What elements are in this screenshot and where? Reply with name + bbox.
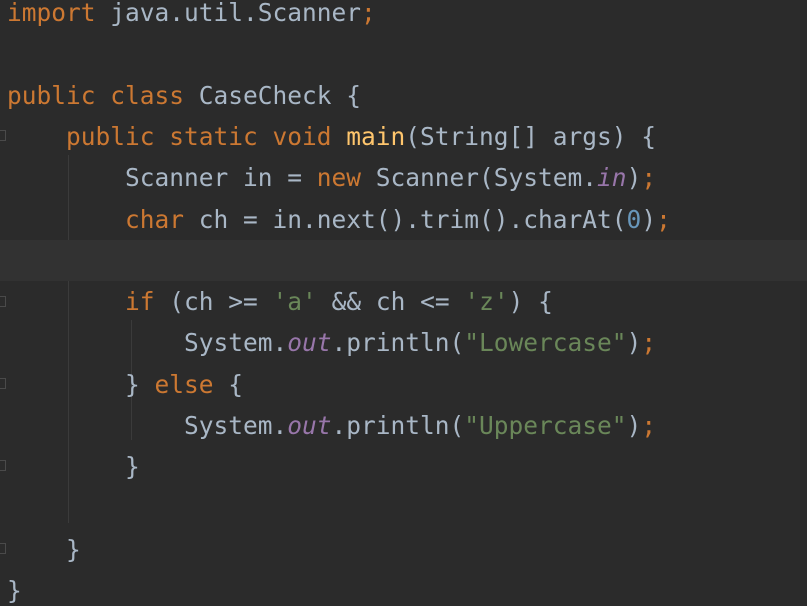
code-token: 0 [626, 204, 642, 234]
code-token: && ch <= [331, 287, 465, 317]
code-line[interactable] [0, 239, 807, 281]
code-token: } [7, 576, 22, 606]
code-token: ; [641, 328, 657, 358]
code-token: new [316, 163, 376, 193]
code-line[interactable]: } [0, 446, 807, 487]
code-token: char [125, 204, 199, 234]
code-token: public class [7, 80, 199, 110]
code-token: CaseCheck { [198, 80, 362, 110]
code-token: .println( [331, 411, 465, 440]
code-line[interactable]: Scanner in = new Scanner(System.in); [0, 157, 807, 198]
code-line[interactable]: char ch = in.next().trim().charAt(0); [0, 199, 807, 240]
code-token: Scanner in = [7, 163, 317, 193]
code-token: ch = in.next().trim().charAt( [198, 204, 627, 234]
code-line[interactable]: System.out.println("Uppercase"); [0, 405, 807, 446]
code-line[interactable]: } [0, 529, 807, 570]
code-token: ; [641, 163, 657, 193]
code-token: } [7, 534, 81, 564]
code-line[interactable]: System.out.println("Lowercase"); [0, 322, 807, 363]
code-token: ; [656, 204, 671, 234]
code-line[interactable] [0, 488, 807, 529]
code-line[interactable]: if (ch >= 'a' && ch <= 'z') { [0, 281, 807, 322]
code-token: 'z' [464, 287, 509, 317]
code-token: main [346, 121, 406, 151]
code-token: ) [626, 163, 642, 193]
code-line[interactable]: public class CaseCheck { [0, 75, 807, 116]
code-line[interactable]: } [0, 570, 807, 606]
code-token: ; [361, 0, 376, 27]
code-token: System. [7, 328, 288, 358]
code-line[interactable]: import java.util.Scanner; [0, 0, 807, 33]
code-token: java.util.Scanner [95, 0, 362, 27]
code-token: (String[] args) { [405, 121, 657, 151]
code-line[interactable]: public static void main(String[] args) { [0, 116, 807, 157]
code-token: "Lowercase" [464, 328, 627, 358]
code-token: .println( [331, 328, 465, 358]
code-token: (ch >= [169, 287, 273, 317]
code-token: out [287, 411, 332, 440]
code-token: out [287, 328, 332, 358]
code-token: else [154, 369, 229, 399]
code-token: } [7, 452, 140, 482]
code-token: Scanner(System. [375, 163, 598, 193]
code-token: ) [641, 204, 657, 234]
code-token: ) { [508, 287, 553, 317]
code-token: "Uppercase" [464, 411, 627, 440]
code-token: import [7, 0, 96, 27]
code-token: in [597, 163, 627, 193]
code-token: System. [7, 411, 288, 440]
code-token: { [228, 369, 244, 399]
code-line[interactable]: } else { [0, 364, 807, 405]
code-token: ) [626, 328, 642, 358]
code-line[interactable] [0, 33, 807, 74]
code-token: public static void [66, 121, 347, 151]
code-token: if [125, 287, 170, 317]
code-token: 'a' [272, 287, 332, 317]
code-token: } [7, 369, 155, 399]
code-token: ) [626, 411, 642, 440]
code-editor[interactable]: import java.util.Scanner; public class Ca… [0, 0, 807, 606]
code-token: ; [641, 411, 657, 440]
